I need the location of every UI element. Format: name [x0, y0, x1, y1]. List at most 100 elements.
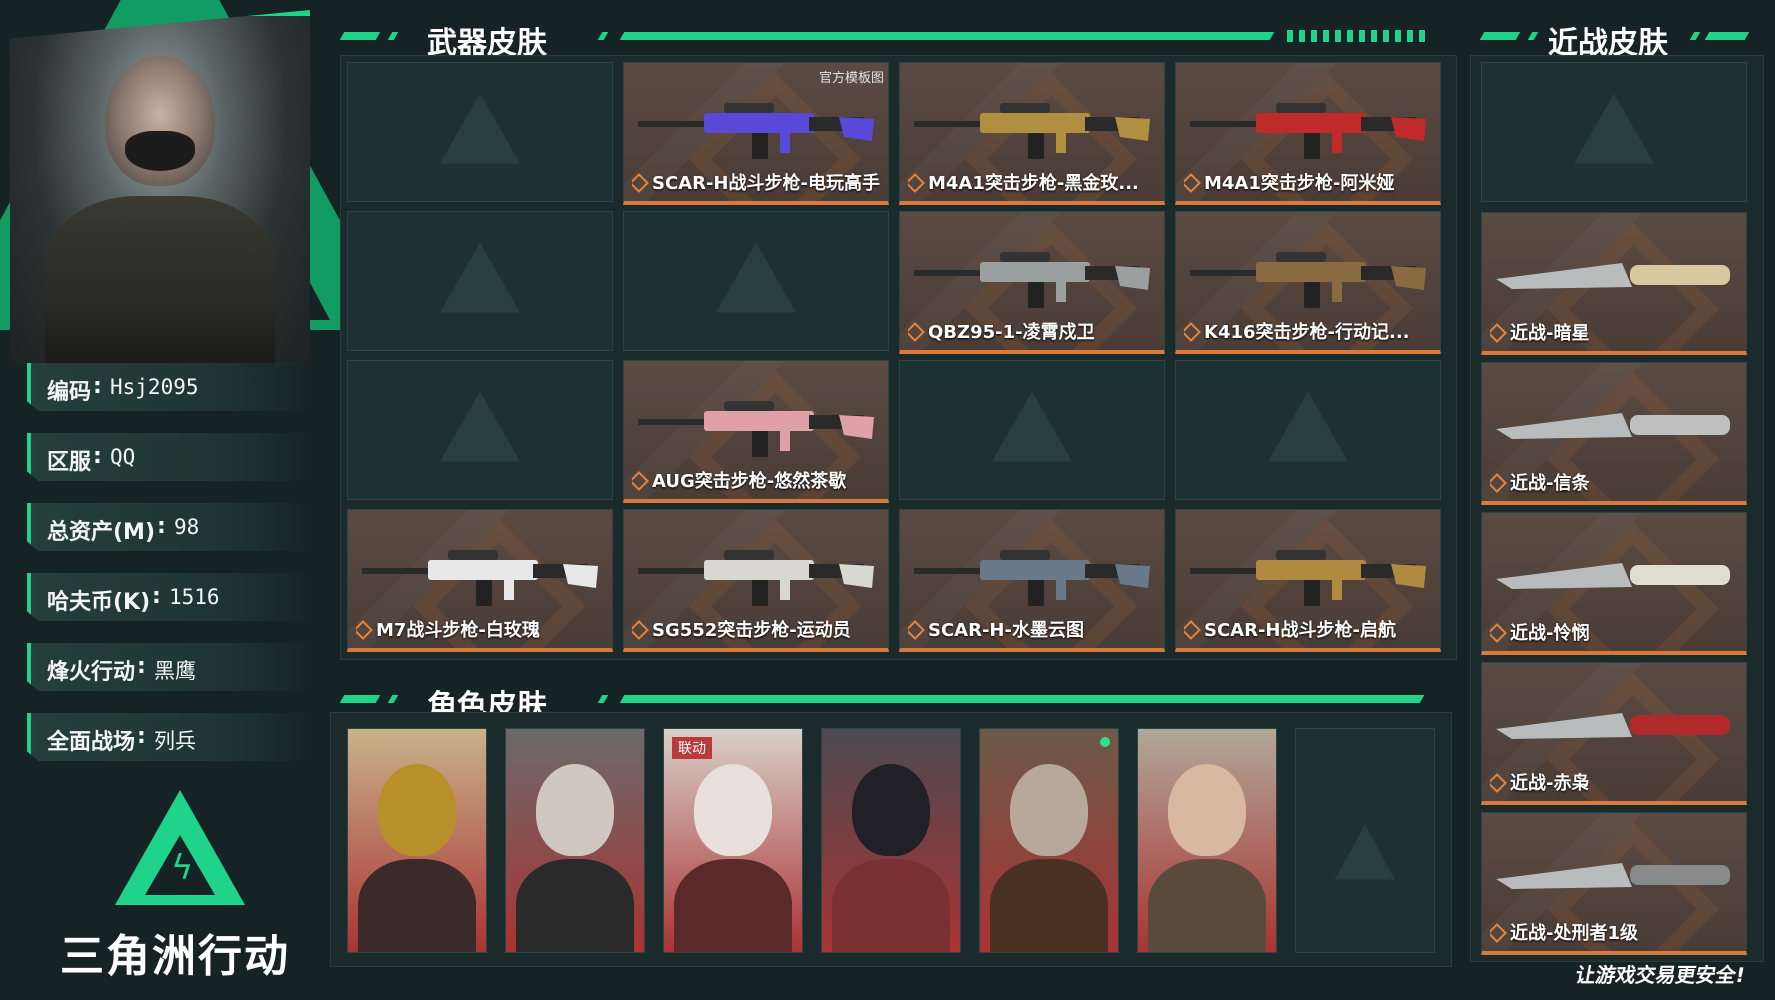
profile-info-row: 总资产(M):98 — [27, 503, 313, 551]
header-bar-right — [1704, 32, 1750, 40]
weapon-skin-slot[interactable]: AUG突击步枪-悠然茶歇 — [623, 360, 889, 503]
skin-name-text: SCAR-H-水墨云图 — [928, 620, 1084, 641]
profile-info-value: 黑鹰 — [154, 659, 196, 683]
character-head — [852, 764, 930, 856]
weapon-skin-slot[interactable]: 官方模板图 SCAR-H战斗步枪-电玩高手 — [623, 62, 889, 205]
profile-info-value: 98 — [174, 515, 200, 539]
profile-info-separator: : — [93, 374, 102, 399]
weapon-skin-slot[interactable]: K416突击步枪-行动记... — [1175, 211, 1441, 354]
rarity-diamond-icon — [356, 620, 373, 640]
weapon-skin-slot[interactable]: SCAR-H战斗步枪-启航 — [1175, 509, 1441, 652]
header-bar-right — [619, 32, 1275, 40]
knife-image — [1496, 263, 1730, 289]
weapon-image — [638, 550, 874, 606]
header-bar-small-right — [1689, 32, 1701, 40]
weapon-skin-slot[interactable]: M7战斗步枪-白玫瑰 — [347, 509, 613, 652]
rarity-diamond-icon — [632, 620, 649, 640]
character-head — [378, 764, 456, 856]
game-logo: ϟ 三角洲行动 — [60, 790, 290, 982]
melee-skin-slot[interactable]: 近战-处刑者1级 — [1481, 812, 1747, 955]
weapon-skin-slot[interactable]: M4A1突击步枪-阿米娅 — [1175, 62, 1441, 205]
skin-name-text: SCAR-H战斗步枪-电玩高手 — [652, 173, 880, 194]
profile-info-key: 区服 — [47, 450, 92, 475]
skin-name-label: SCAR-H战斗步枪-电玩高手 — [632, 169, 882, 195]
header-bar-small — [1527, 32, 1539, 40]
skin-name-text: M4A1突击步枪-阿米娅 — [1204, 173, 1395, 194]
header-bar-left — [339, 695, 381, 703]
weapon-skin-slot[interactable]: M4A1突击步枪-黑金玫... — [899, 62, 1165, 205]
weapon-skin-slot — [899, 360, 1165, 500]
character-head — [694, 764, 772, 856]
profile-info-row: 编码: Hsj2095 — [27, 363, 313, 411]
character-skin-card[interactable] — [347, 728, 487, 953]
profile-info-key: 全面战场 — [47, 730, 136, 755]
melee-skin-slot[interactable]: 近战-暗星 — [1481, 212, 1747, 355]
skin-name-text: QBZ95-1-凌霄戍卫 — [928, 322, 1095, 343]
skin-name-text: SG552突击步枪-运动员 — [652, 620, 851, 641]
skin-name-label: 近战-赤枭 — [1490, 769, 1740, 795]
collab-badge: 联动 — [672, 737, 712, 759]
characters-section-header: 角色皮肤 — [339, 683, 1442, 724]
weapon-image — [1190, 103, 1426, 159]
weapon-skin-slot[interactable]: SG552突击步枪-运动员 — [623, 509, 889, 652]
header-checker — [1287, 30, 1427, 42]
weapon-skin-slot[interactable]: SCAR-H-水墨云图 — [899, 509, 1165, 652]
melee-skin-slot[interactable]: 近战-怜悯 — [1481, 512, 1747, 655]
weapon-skin-slot — [1175, 360, 1441, 500]
character-skin-card[interactable] — [979, 728, 1119, 953]
rarity-diamond-icon — [1490, 473, 1507, 493]
weapons-section-header: 武器皮肤 — [339, 20, 1432, 61]
rarity-diamond-icon — [1184, 322, 1201, 342]
skin-name-label: AUG突击步枪-悠然茶歇 — [632, 467, 882, 493]
melee-panel: 近战-暗星 近战-信条近战-怜悯近战-赤枭近战-处刑者1级 — [1470, 55, 1764, 962]
footer-slogan: 让游戏交易更安全! — [1573, 963, 1747, 987]
melee-section-header: 近战皮肤 — [1479, 20, 1752, 61]
rarity-diamond-icon — [1490, 773, 1507, 793]
weapon-skin-slot — [623, 211, 889, 351]
header-bar-left — [1479, 32, 1521, 40]
profile-info-separator: : — [152, 584, 161, 609]
profile-info-separator: : — [157, 514, 166, 539]
skin-name-text: SCAR-H战斗步枪-启航 — [1204, 620, 1396, 641]
weapons-panel: 官方模板图 SCAR-H战斗步枪-电玩高手 M4A1突击步枪-黑金玫... M4A1突… — [340, 55, 1457, 660]
skin-name-label: M4A1突击步枪-阿米娅 — [1184, 169, 1434, 195]
character-skin-card[interactable] — [1137, 728, 1277, 953]
header-bar-small-right — [597, 695, 609, 703]
character-body — [516, 859, 634, 952]
rarity-diamond-icon — [1490, 623, 1507, 643]
weapon-image — [914, 252, 1150, 308]
profile-info-row: 全面战场: 列兵 — [27, 713, 313, 761]
weapon-skin-slot — [347, 211, 613, 351]
skin-name-label: QBZ95-1-凌霄戍卫 — [908, 318, 1158, 344]
character-skin-card[interactable] — [505, 728, 645, 953]
skin-name-text: M7战斗步枪-白玫瑰 — [376, 620, 540, 641]
weapon-image — [638, 401, 874, 457]
rarity-diamond-icon — [908, 620, 925, 640]
skin-name-label: M7战斗步枪-白玫瑰 — [356, 616, 606, 642]
character-skin-card — [1295, 728, 1435, 953]
skin-name-label: 近战-怜悯 — [1490, 619, 1740, 645]
skin-name-label: 近战-处刑者1级 — [1490, 919, 1740, 945]
rarity-diamond-icon — [1184, 173, 1201, 193]
weapon-skin-slot — [347, 62, 613, 202]
header-bar-right — [619, 695, 1425, 703]
character-body — [1148, 859, 1266, 952]
weapon-skin-slot[interactable]: QBZ95-1-凌霄戍卫 — [899, 211, 1165, 354]
knife-image — [1496, 563, 1730, 589]
character-body — [358, 859, 476, 952]
melee-skin-slot[interactable]: 近战-赤枭 — [1481, 662, 1747, 805]
character-skin-card[interactable]: 联动 — [663, 728, 803, 953]
character-skin-card[interactable] — [821, 728, 961, 953]
skin-name-label: SG552突击步枪-运动员 — [632, 616, 882, 642]
rarity-diamond-icon — [1490, 923, 1507, 943]
rarity-diamond-icon — [632, 173, 649, 193]
skin-name-label: SCAR-H战斗步枪-启航 — [1184, 616, 1434, 642]
melee-skin-slot[interactable]: 近战-信条 — [1481, 362, 1747, 505]
profile-info-key: 编码 — [47, 380, 92, 405]
skin-name-text: 近战-怜悯 — [1510, 623, 1590, 644]
header-bar-left — [339, 32, 381, 40]
character-body — [990, 859, 1108, 952]
character-head — [1168, 764, 1246, 856]
profile-info-row: 哈夫币(K):1516 — [27, 573, 313, 621]
profile-info-row: 烽火行动: 黑鹰 — [27, 643, 313, 691]
